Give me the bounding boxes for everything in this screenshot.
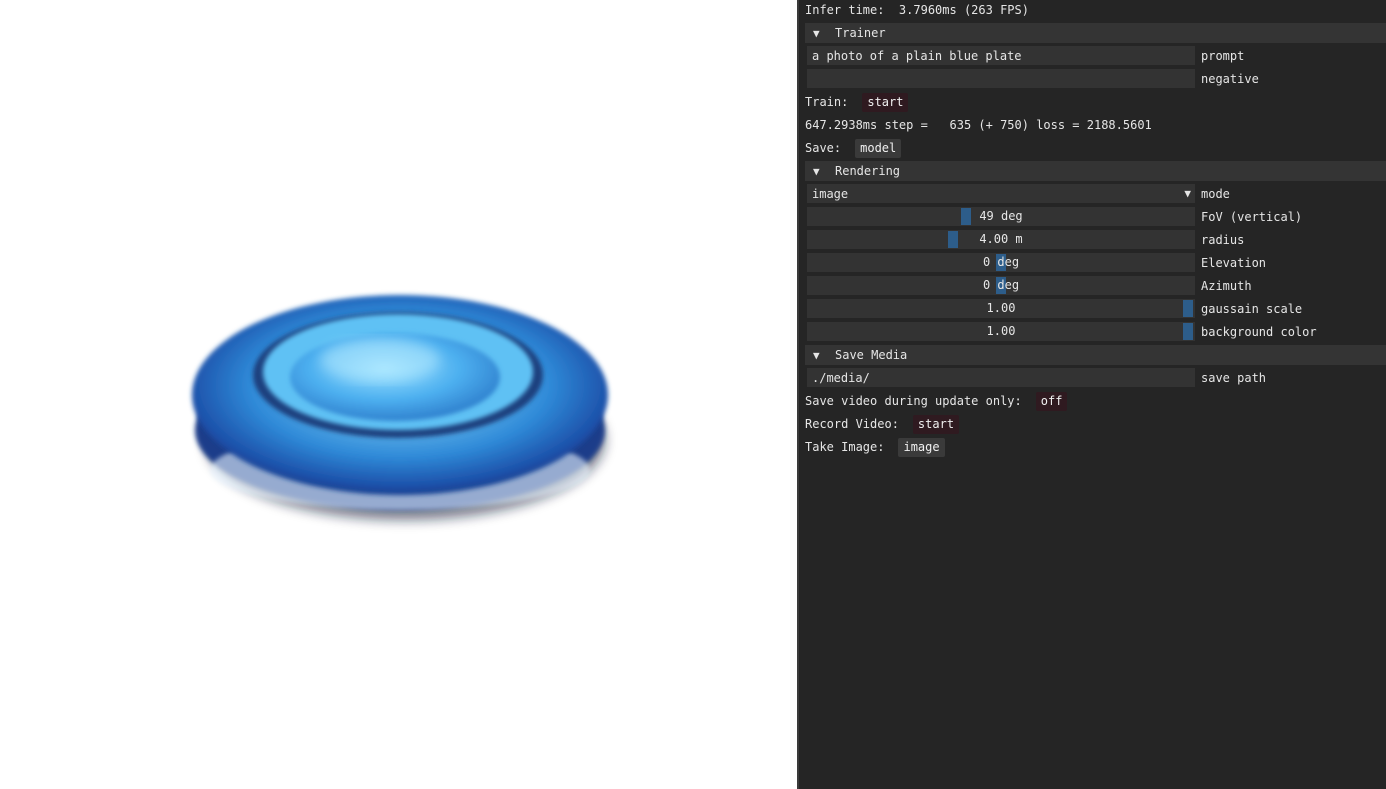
trainer-header[interactable]: ▼ Trainer (805, 23, 1386, 43)
elevation-slider-value: 0 deg (982, 255, 1020, 269)
radius-slider[interactable]: 4.00 m (807, 230, 1195, 249)
control-panel: Infer time: 3.7960ms (263 FPS) ▼ Trainer… (797, 0, 1386, 789)
train-label: Train: (805, 95, 849, 109)
prompt-label: prompt (1201, 48, 1245, 63)
train-row: Train: start (805, 92, 909, 112)
render-viewport[interactable] (0, 0, 797, 789)
record-video-row: Record Video: start (805, 414, 960, 434)
take-image-button[interactable]: image (898, 437, 945, 457)
triangle-down-icon: ▼ (813, 164, 820, 178)
negative-label: negative (1201, 71, 1259, 86)
radius-slider-value: 4.00 m (979, 232, 1023, 246)
infer-time-text: Infer time: 3.7960ms (263 FPS) (805, 3, 1029, 17)
fov-slider[interactable]: 49 deg (807, 207, 1195, 226)
take-image-row: Take Image: image (805, 437, 945, 457)
save-path-label: save path (1201, 370, 1267, 385)
background-color-slider[interactable]: 1.00 (807, 322, 1195, 341)
azimuth-slider[interactable]: 0 deg (807, 276, 1195, 295)
save-media-header[interactable]: ▼ Save Media (805, 345, 1386, 365)
rendering-header-label: Rendering (835, 164, 901, 178)
rendered-plate-image (192, 295, 608, 520)
rendering-header[interactable]: ▼ Rendering (805, 161, 1386, 181)
save-video-row: Save video during update only: off (805, 391, 1068, 411)
background-color-slider-value: 1.00 (986, 324, 1016, 338)
elevation-label: Elevation (1201, 255, 1267, 270)
prompt-input-value: a photo of a plain blue plate (812, 48, 1022, 63)
mode-combo[interactable]: image ▼ (807, 184, 1195, 203)
azimuth-slider-value: 0 deg (982, 278, 1020, 292)
chevron-down-icon: ▼ (1184, 187, 1191, 200)
save-path-input[interactable]: ./media/ (807, 368, 1195, 387)
save-path-input-value: ./media/ (812, 370, 870, 385)
save-video-label: Save video during update only: (805, 394, 1022, 408)
fov-label: FoV (vertical) (1201, 209, 1303, 224)
record-video-start-button[interactable]: start (912, 414, 960, 434)
negative-input[interactable] (807, 69, 1195, 88)
trainer-header-label: Trainer (835, 26, 886, 40)
fov-slider-value: 49 deg (979, 209, 1023, 223)
prompt-input[interactable]: a photo of a plain blue plate (807, 46, 1195, 65)
gaussain-scale-label: gaussain scale (1201, 301, 1303, 316)
step-status-text: 647.2938ms step = 635 (+ 750) loss = 218… (805, 118, 1152, 132)
gaussain-scale-slider-value: 1.00 (986, 301, 1016, 315)
triangle-down-icon: ▼ (813, 348, 820, 362)
save-media-header-label: Save Media (835, 348, 908, 362)
save-label: Save: (805, 141, 842, 155)
triangle-down-icon: ▼ (813, 26, 820, 40)
take-image-label: Take Image: (805, 440, 885, 454)
background-color-label: background color (1201, 324, 1317, 339)
save-video-toggle-button[interactable]: off (1035, 391, 1068, 411)
azimuth-label: Azimuth (1201, 278, 1252, 293)
record-video-label: Record Video: (805, 417, 899, 431)
mode-label: mode (1201, 186, 1230, 201)
radius-label: radius (1201, 232, 1245, 247)
save-row: Save: model (805, 138, 902, 158)
mode-combo-value: image (812, 186, 849, 201)
save-model-button[interactable]: model (855, 138, 902, 158)
train-start-button[interactable]: start (862, 92, 909, 112)
gaussain-scale-slider[interactable]: 1.00 (807, 299, 1195, 318)
elevation-slider[interactable]: 0 deg (807, 253, 1195, 272)
